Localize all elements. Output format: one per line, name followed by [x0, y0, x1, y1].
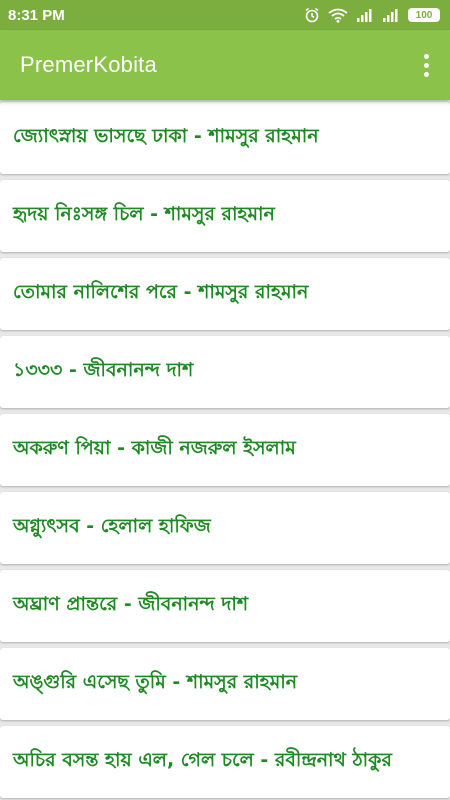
status-time: 8:31 PM — [8, 6, 65, 24]
poem-title: জ্যোৎস্নায় ভাসছে ঢাকা - শামসুর রাহমান — [13, 125, 319, 147]
poem-title: অচির বসন্ত হায় এল, গেল চলে - রবীন্দ্রনা… — [13, 749, 392, 771]
poem-title: অঙ্গুরি এসেছ তুমি - শামসুর রাহমান — [13, 671, 298, 693]
list-item[interactable]: অঙ্গুরি এসেছ তুমি - শামসুর রাহমান — [0, 648, 450, 720]
status-bar: 8:31 PM 100 — [0, 0, 450, 30]
poem-title: অঘ্রাণ প্রান্তরে - জীবনানন্দ দাশ — [13, 593, 249, 615]
more-vert-icon[interactable] — [416, 50, 436, 80]
poem-title: হৃদয় নিঃসঙ্গ চিল - শামসুর রাহমান — [13, 203, 275, 225]
battery-icon: 100 — [408, 8, 440, 22]
poem-title: অকরুণ পিয়া - কাজী নজরুল ইসলাম — [13, 437, 296, 459]
poem-list[interactable]: জ্যোৎস্নায় ভাসছে ঢাকা - শামসুর রাহমান হ… — [0, 102, 450, 800]
status-icons: 100 — [304, 7, 440, 23]
app-bar: PremerKobita — [0, 30, 450, 100]
list-item[interactable]: তোমার নালিশের পরে - শামসুর রাহমান — [0, 258, 450, 330]
list-item[interactable]: অঘ্রাণ প্রান্তরে - জীবনানন্দ দাশ — [0, 570, 450, 642]
menu-dot — [423, 53, 429, 59]
wifi-icon — [328, 8, 348, 23]
list-item[interactable]: অগ্ন্যুৎসব - হেলাল হাফিজ — [0, 492, 450, 564]
list-item[interactable]: হৃদয় নিঃসঙ্গ চিল - শামসুর রাহমান — [0, 180, 450, 252]
list-item[interactable]: অচির বসন্ত হায় এল, গেল চলে - রবীন্দ্রনা… — [0, 726, 450, 798]
signal-icon — [357, 9, 372, 22]
list-item[interactable]: অকরুণ পিয়া - কাজী নজরুল ইসলাম — [0, 414, 450, 486]
poem-title: ১৩৩৩ - জীবনানন্দ দাশ — [13, 359, 194, 381]
app-title: PremerKobita — [20, 52, 157, 77]
signal-icon — [383, 9, 398, 22]
alarm-icon — [305, 7, 319, 23]
list-item[interactable]: জ্যোৎস্নায় ভাসছে ঢাকা - শামসুর রাহমান — [0, 102, 450, 174]
list-item[interactable]: ১৩৩৩ - জীবনানন্দ দাশ — [0, 336, 450, 408]
poem-title: অগ্ন্যুৎসব - হেলাল হাফিজ — [13, 515, 211, 537]
menu-dot — [423, 62, 429, 68]
poem-title: তোমার নালিশের পরে - শামসুর রাহমান — [13, 281, 309, 303]
menu-dot — [423, 71, 429, 77]
